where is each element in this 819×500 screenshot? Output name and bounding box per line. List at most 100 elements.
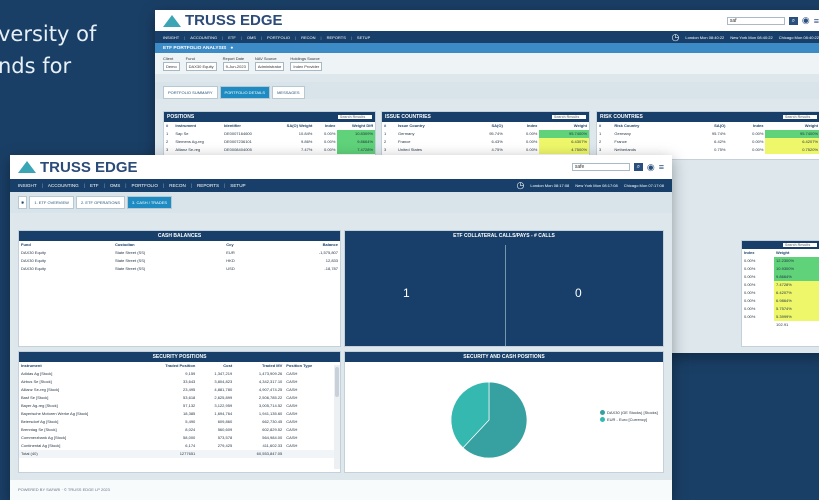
table-row[interactable]: 0.00% 6.4207% (742, 289, 819, 297)
back-logo[interactable]: TRUSS EDGE (163, 12, 283, 29)
front-logo[interactable]: TRUSS EDGE (18, 159, 138, 176)
nav-item-accounting[interactable]: ACCOUNTING (190, 35, 217, 40)
settings-icon[interactable]: ✱ (18, 196, 28, 209)
cash-balances-panel: CASH BALANCES Fund Custodian Ccy Balance DA… (18, 230, 341, 347)
security-positions-table: Instrument Traded Position Cost Traded MV Po… (19, 362, 335, 458)
nav-item-oms[interactable]: OMS (247, 35, 256, 40)
front-nav-items: INSIGHT | ACCOUNTING | ETF | OMS | PORTFOLIO… (18, 183, 246, 188)
table-row[interactable]: Commerzbank Ag [Stock] 58,000 573,578 564,9… (19, 434, 335, 442)
table-row[interactable]: 0.00% 9.8664% (742, 273, 819, 281)
front-clocks: ◷ London Mon 08:17:08 New York Mon 08:17:0… (516, 180, 664, 190)
logo-mark (163, 14, 181, 27)
nav-item-setup[interactable]: SETUP (357, 35, 370, 40)
nav-item-insight[interactable]: INSIGHT (163, 35, 179, 40)
date-control[interactable]: Report Date 9-Jun-2023 (222, 56, 249, 71)
search-icon[interactable]: ⌕ (788, 16, 798, 25)
table-row[interactable]: 2 France 6.42% 0.00% 6.4207% (597, 138, 819, 146)
nav-item-reports[interactable]: REPORTS (327, 35, 346, 40)
footer: POWERED BY SAFARI · © TRUSS EDGE LP 2023 (10, 480, 672, 500)
table-row[interactable]: DAX30 Equity State Street (SS) USD -18,787 (19, 265, 340, 273)
nav-item-etf[interactable]: ETF (228, 35, 236, 40)
menu-icon[interactable]: ≡ (659, 162, 664, 172)
table-row[interactable]: 3 Netherlands 0.75% 0.00% 0.7520% (597, 146, 819, 154)
nav-item-setup[interactable]: SETUP (230, 183, 245, 188)
front-header-tools: ⌕ ◉ ≡ (571, 162, 664, 173)
tab-etf-overview[interactable]: 1. ETF OVERVIEW (29, 196, 74, 209)
nav-item-recon[interactable]: RECON (169, 183, 186, 188)
side-results-panel: Search Results Index Weight 0.00% 12.2300%… (741, 240, 819, 347)
table-row[interactable]: 1 Germany 95.74% 0.00% 95.7400% (382, 130, 589, 138)
nav-item-oms[interactable]: OMS (110, 183, 120, 188)
fund-control[interactable]: Fund DAX30 Equity (185, 56, 217, 71)
table-row[interactable]: 0.00% 7.4728% (742, 281, 819, 289)
calls-count: 1 (403, 286, 410, 300)
issue-search[interactable]: Search Results (552, 115, 586, 119)
search-icon[interactable]: ⌕ (633, 163, 643, 171)
info-icon[interactable]: ● (230, 46, 233, 51)
nav-item-etf[interactable]: ETF (90, 183, 99, 188)
table-row[interactable]: Continental Ag [Stock] 6,174 279,425 411,60… (19, 442, 335, 450)
security-cash-positions-panel: SECURITY AND CASH POSITIONS DAX30 (GE St… (344, 351, 664, 473)
client-control[interactable]: Client Demo (163, 56, 180, 71)
table-row[interactable]: Brenntag Se [Stock] 8,024 560,609 602,829.5… (19, 426, 335, 434)
back-search-input[interactable] (726, 16, 785, 25)
front-header: TRUSS EDGE ⌕ ◉ ≡ (10, 155, 672, 179)
table-row[interactable]: 2 Siemens Ag-reg DE0007236101 9.86% 0.00% 9.8… (164, 138, 375, 146)
nav-item-recon[interactable]: RECON (301, 35, 315, 40)
positions-table: # Instrument Identifier SA(O) Weight Index We… (164, 123, 375, 154)
pays-count: 0 (575, 286, 582, 300)
table-row[interactable]: DAX30 Equity State Street (SS) HKD 12,833 (19, 257, 340, 265)
security-cash-pie-chart (450, 381, 528, 459)
table-row[interactable]: 1 Sap Se DE0007164600 10.84% 0.00% 10.8309% (164, 130, 375, 138)
tab-portfolio-details[interactable]: PORTFOLIO DETAILS (219, 86, 271, 99)
nav-item-accounting[interactable]: ACCOUNTING (48, 183, 79, 188)
front-tabs: ✱ 1. ETF OVERVIEW 2. ETF OPERATIONS 3. C… (10, 192, 672, 213)
collateral-calls-title: ETF COLLATERAL CALLS/PAYS - # CALLS (345, 231, 663, 241)
back-nav-items: INSIGHT | ACCOUNTING | ETF | OMS | PORTFOLIO… (163, 34, 371, 40)
security-scrollbar[interactable] (334, 365, 340, 469)
table-row[interactable]: DAX30 Equity State Street (SS) EUR -1,575,8… (19, 249, 340, 257)
table-row[interactable]: 0.00% 5.3999% (742, 313, 819, 321)
tab-portfolio-summary[interactable]: PORTFOLIO SUMMARY (163, 86, 218, 99)
table-row[interactable]: 1 Germany 95.74% 0.00% 95.7400% (597, 130, 819, 138)
tab-cash-trades[interactable]: 3. CASH / TRADES (127, 196, 173, 209)
table-row[interactable]: Bayerische Motoren Werke Ag [Stock] 18,38… (19, 410, 335, 418)
clock-icon: ◷ (516, 180, 525, 190)
risk-search[interactable]: Search Results (783, 115, 817, 119)
table-row[interactable]: 0.00% 10.9300% (742, 265, 819, 273)
table-row[interactable]: Beiersdorf Ag [Stock] 5,490 609,860 662,730… (19, 418, 335, 426)
table-row[interactable]: 3 Allianz Se-reg DE0008404005 7.47% 0.00% 7.4… (164, 146, 375, 154)
table-row[interactable]: Adidas Ag [Stock] 9,159 1,347,219 1,473,909… (19, 370, 335, 378)
logo-text: TRUSS EDGE (40, 158, 138, 176)
user-icon[interactable]: ◉ (647, 162, 655, 173)
menu-icon[interactable]: ≡ (814, 16, 819, 26)
front-window: TRUSS EDGE ⌕ ◉ ≡ INSIGHT| ACCOUNTING| ET… (10, 155, 672, 500)
cash-balances-title: CASH BALANCES (19, 231, 340, 241)
nav-item-insight[interactable]: INSIGHT (18, 183, 37, 188)
table-row[interactable]: Airbus Se [Stock] 33,643 3,804,823 4,342,31… (19, 378, 335, 386)
nav-source-control[interactable]: NAV Source Administrator (254, 56, 285, 71)
nav-item-portfolio[interactable]: PORTFOLIO (267, 35, 290, 40)
positions-search[interactable]: Search Results (338, 115, 372, 119)
table-row[interactable]: Allianz Se-reg [Stock] 23,495 4,881,780 4,9… (19, 386, 335, 394)
table-row[interactable]: 3 United States 4.75% 0.00% 4.7500% (382, 146, 589, 154)
collateral-calls-panel: ETF COLLATERAL CALLS/PAYS - # CALLS 1 0 (344, 230, 664, 347)
holdings-source-control[interactable]: Holdings Source Index Provider (290, 56, 323, 71)
table-row[interactable]: Basf Se [Stock] 53,618 2,625,899 2,506,785.… (19, 394, 335, 402)
positions-panel: POSITIONS Search Results # Instrument Ident… (163, 111, 376, 160)
table-total: Total (40) 1277651 60,553,847.05 (19, 450, 335, 458)
back-tabs: PORTFOLIO SUMMARY PORTFOLIO DETAILS MESS… (155, 82, 819, 99)
table-row[interactable]: 2 France 6.43% 0.00% 6.4307% (382, 138, 589, 146)
table-row[interactable]: 0.00% 6.9864% (742, 297, 819, 305)
table-row[interactable]: 0.00% 5.7574% (742, 305, 819, 313)
tab-messages[interactable]: MESSAGES (272, 86, 305, 99)
table-row[interactable]: Bayer Ag-reg [Stock] 57,132 3,122,959 3,005… (19, 402, 335, 410)
user-icon[interactable]: ◉ (802, 15, 810, 26)
nav-item-portfolio[interactable]: PORTFOLIO (132, 183, 158, 188)
nav-item-reports[interactable]: REPORTS (197, 183, 219, 188)
background-text: versity of nds for (0, 18, 96, 82)
front-search-input[interactable] (571, 163, 630, 171)
side-search[interactable]: Search Results (783, 243, 817, 247)
tab-etf-operations[interactable]: 2. ETF OPERATIONS (75, 196, 126, 209)
table-row[interactable]: 0.00% 12.2300% (742, 257, 819, 265)
